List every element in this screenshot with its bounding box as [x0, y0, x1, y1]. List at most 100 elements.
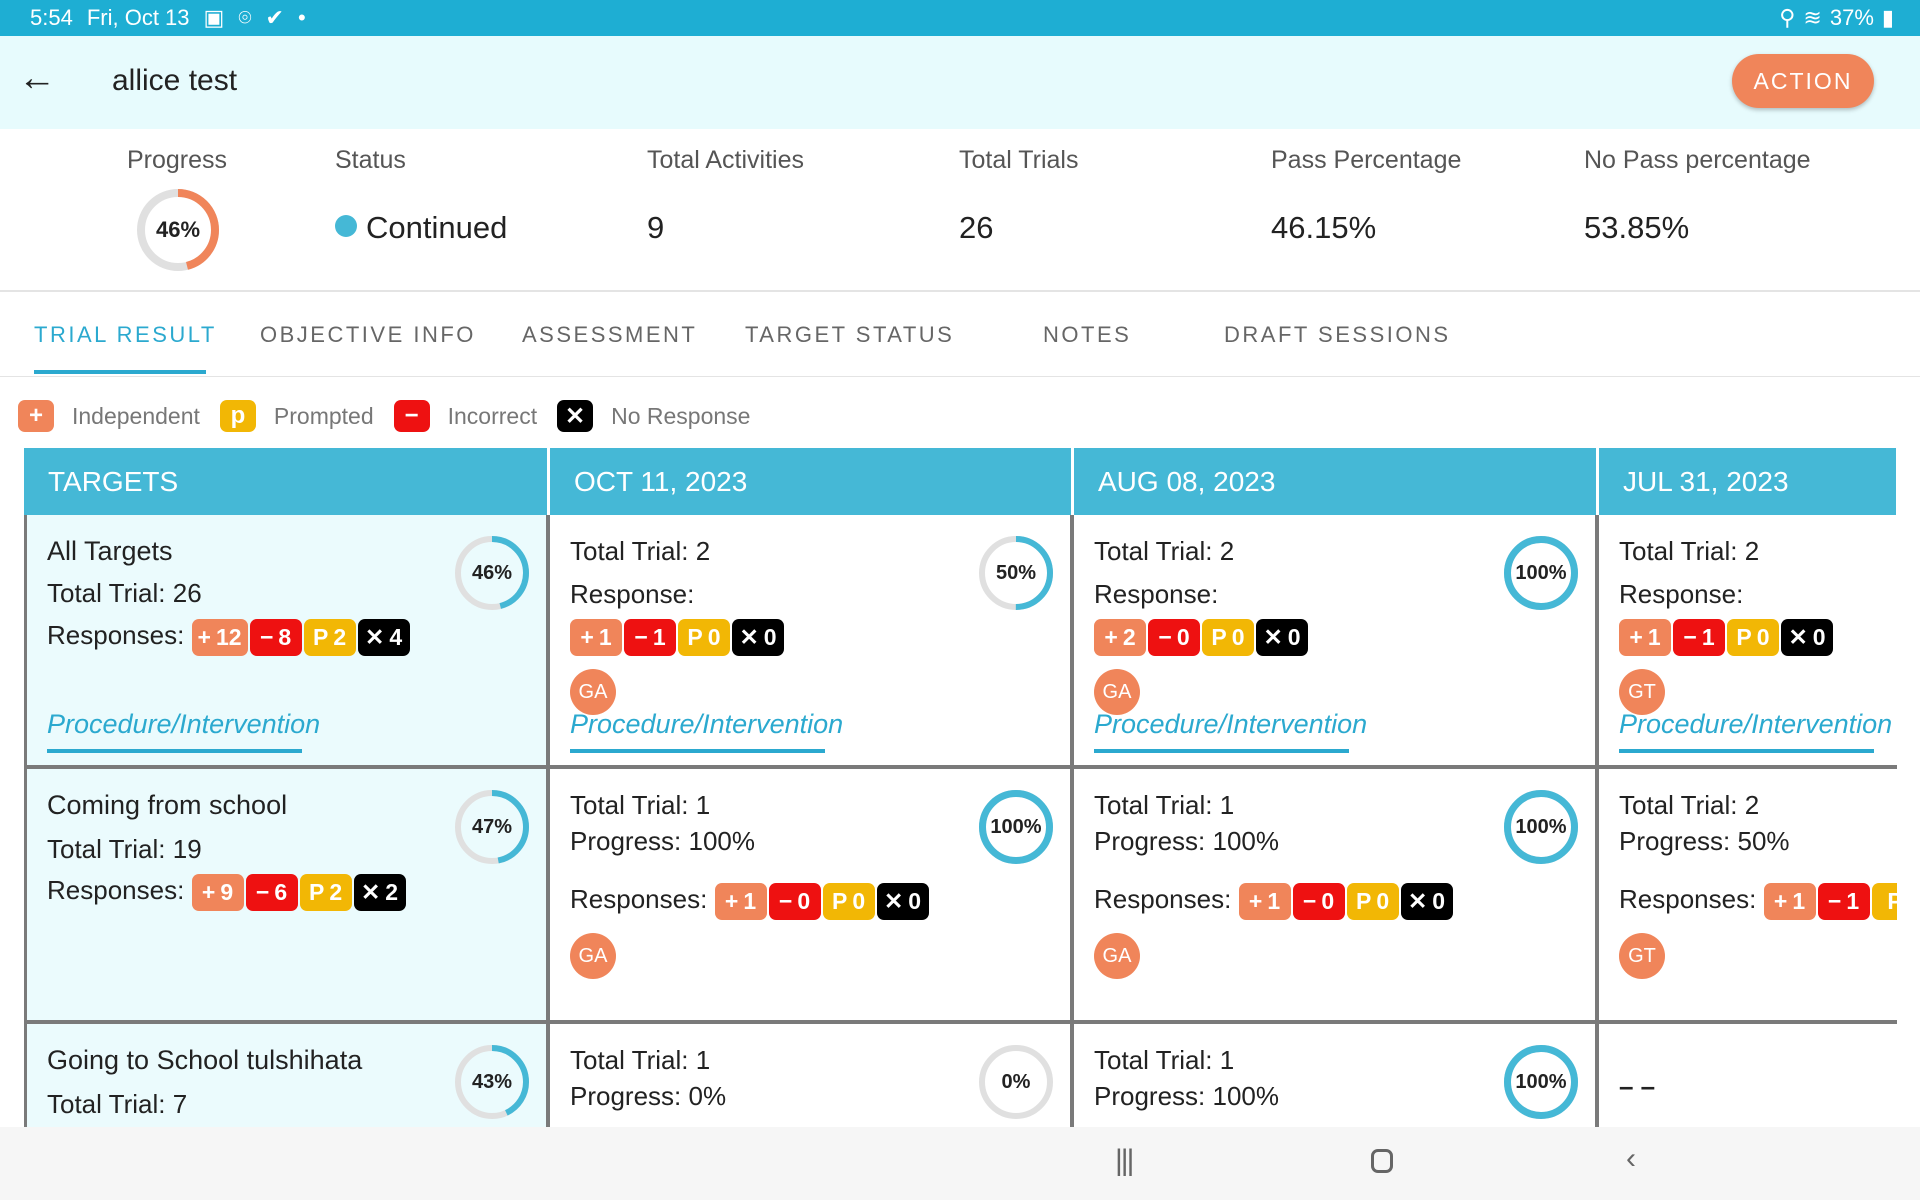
- chip-count: 9: [220, 879, 234, 906]
- progress-value: 46%: [155, 217, 201, 242]
- no-response-icon: ✕: [1263, 624, 1283, 651]
- status-dot-icon: [335, 215, 357, 237]
- incorrect-icon: −: [634, 624, 648, 651]
- cell-line: Total Trial: 2: [1619, 534, 1759, 568]
- total-trial-value: 1: [1219, 790, 1235, 820]
- cell-line: Total Trial: 1: [1094, 1043, 1234, 1077]
- cell-line: Progress: 0%: [570, 1079, 726, 1113]
- chip-count: 0: [1376, 888, 1390, 915]
- chip-count: 1: [1701, 624, 1715, 651]
- chip-count: 1: [1267, 888, 1281, 915]
- percent-ring: 43%: [454, 1044, 530, 1120]
- chip-count: 2: [385, 879, 399, 906]
- incorrect-icon: −: [1683, 624, 1697, 651]
- procedure-intervention-link[interactable]: Procedure/Intervention: [47, 709, 320, 740]
- avatar: GA: [570, 933, 616, 979]
- total-trial-label: Total Trial:: [1619, 536, 1738, 566]
- percent-ring: 100%: [1503, 789, 1579, 865]
- legend-label: Incorrect: [447, 402, 538, 429]
- chip-count: 0: [1176, 624, 1190, 651]
- no-response-icon: ✕: [1408, 888, 1428, 915]
- status-bar: 5:54 Fri, Oct 13 ▣ ⌾ ✔ • ⚲ ≋ 37% ▮: [0, 0, 1920, 36]
- procedure-intervention-link[interactable]: Procedure/Intervention: [1094, 709, 1367, 740]
- home-icon[interactable]: [1371, 1149, 1393, 1173]
- independent-icon: +: [1104, 624, 1118, 651]
- total-trial-value: 26: [172, 578, 202, 608]
- tab-trial-result[interactable]: TRIAL RESULT: [34, 322, 217, 348]
- response-chip-no-response: ✕ 4: [357, 618, 410, 656]
- independent-icon: +: [1248, 888, 1263, 915]
- response-chips: +2−0 P 0 ✕ 0: [1094, 618, 1308, 656]
- incorrect-icon: −: [1158, 624, 1172, 651]
- cell-line: +1−1 P 0 ✕ 0: [1619, 618, 1833, 656]
- chip-count: 0: [1756, 624, 1770, 651]
- tab-target-status[interactable]: TARGET STATUS: [745, 322, 954, 348]
- dot-icon: •: [297, 5, 306, 30]
- progress-value: 0%: [688, 1081, 727, 1111]
- legend-no-response-icon: ✕: [557, 400, 594, 432]
- link-underline: [570, 749, 825, 753]
- chip-count: 1: [1647, 624, 1661, 651]
- battery-text: 37%: [1829, 5, 1874, 30]
- response-chip-incorrect: −0: [768, 882, 821, 920]
- cell-line: Progress: 100%: [1094, 1079, 1279, 1113]
- percent-ring: 47%: [454, 789, 530, 865]
- cell-line: Response:: [1619, 577, 1743, 611]
- progress-value: 50%: [1737, 826, 1790, 856]
- tab-draft-sessions[interactable]: DRAFT SESSIONS: [1224, 322, 1451, 348]
- progress-label: Progress:: [1094, 826, 1206, 856]
- percent-value: 100%: [1515, 815, 1567, 838]
- recent-apps-icon[interactable]: |||: [1115, 1144, 1134, 1178]
- tab-assessment[interactable]: ASSESSMENT: [522, 322, 697, 348]
- prompted-icon: P: [1211, 624, 1227, 651]
- back-nav-icon[interactable]: ‹: [1626, 1142, 1636, 1176]
- procedure-intervention-link[interactable]: Procedure/Intervention: [570, 709, 843, 740]
- response-chip-incorrect: −8: [249, 618, 302, 656]
- cell-line: Progress: 100%: [1094, 824, 1279, 858]
- status-label: Status: [335, 146, 406, 174]
- no-response-icon: ✕: [365, 624, 385, 651]
- cell-line: Going to School tulshihata: [47, 1043, 362, 1077]
- legend-label: No Response: [611, 402, 751, 429]
- column-header: JUL 31, 2023: [1599, 448, 1896, 515]
- link-underline: [1094, 749, 1349, 753]
- tab-notes[interactable]: NOTES: [1043, 322, 1131, 348]
- cell-line: Total Trial: 2: [1619, 788, 1759, 822]
- chip-count: 1: [1846, 888, 1860, 915]
- chip-count: 1: [652, 624, 666, 651]
- arrow-left-icon[interactable]: ←: [18, 58, 56, 98]
- chip-count: 1: [598, 624, 612, 651]
- progress-label: Progress:: [570, 1081, 682, 1111]
- chip-count: 0: [1321, 888, 1335, 915]
- response-chip-no-response: ✕ 0: [732, 618, 784, 656]
- response-chip-no-response: ✕ 2: [353, 873, 406, 911]
- procedure-intervention-link[interactable]: Procedure/Intervention: [1619, 709, 1892, 740]
- total-trial-label: Total Trial:: [1094, 1045, 1213, 1075]
- chip-count: 0: [908, 888, 922, 915]
- progress-ring: 46%: [136, 188, 220, 272]
- avatar: GT: [1619, 933, 1665, 979]
- total-trial-value: 2: [1744, 790, 1760, 820]
- response-chip-no-response: ✕ 0: [1400, 882, 1453, 920]
- responses-label: Responses:: [570, 884, 708, 914]
- percent-value: 100%: [1515, 561, 1567, 584]
- chip-count: 0: [852, 888, 866, 915]
- chip-count: 2: [333, 624, 347, 651]
- link-underline: [47, 749, 302, 753]
- chip-count: 0: [1432, 888, 1446, 915]
- independent-icon: +: [1773, 888, 1788, 915]
- total-trial-label: Total Trial:: [570, 1045, 689, 1075]
- response-chip-independent: +1: [1238, 882, 1291, 920]
- cell-line: +2−0 P 0 ✕ 0: [1094, 618, 1308, 656]
- progress-value: 100%: [1212, 1081, 1280, 1111]
- cell-line: Coming from school: [47, 788, 287, 822]
- action-button[interactable]: ACTION: [1732, 54, 1874, 108]
- prompted-icon: P: [1736, 624, 1752, 651]
- response-label: Response:: [570, 579, 695, 609]
- response-chip-incorrect: −6: [245, 873, 298, 911]
- incorrect-icon: −: [255, 879, 270, 906]
- no-pass-percentage-value: 53.85%: [1584, 210, 1690, 245]
- tab-objective-info[interactable]: OBJECTIVE INFO: [260, 322, 476, 348]
- target-name: Going to School tulshihata: [47, 1045, 363, 1075]
- response-chip-no-response: ✕ 0: [1256, 618, 1308, 656]
